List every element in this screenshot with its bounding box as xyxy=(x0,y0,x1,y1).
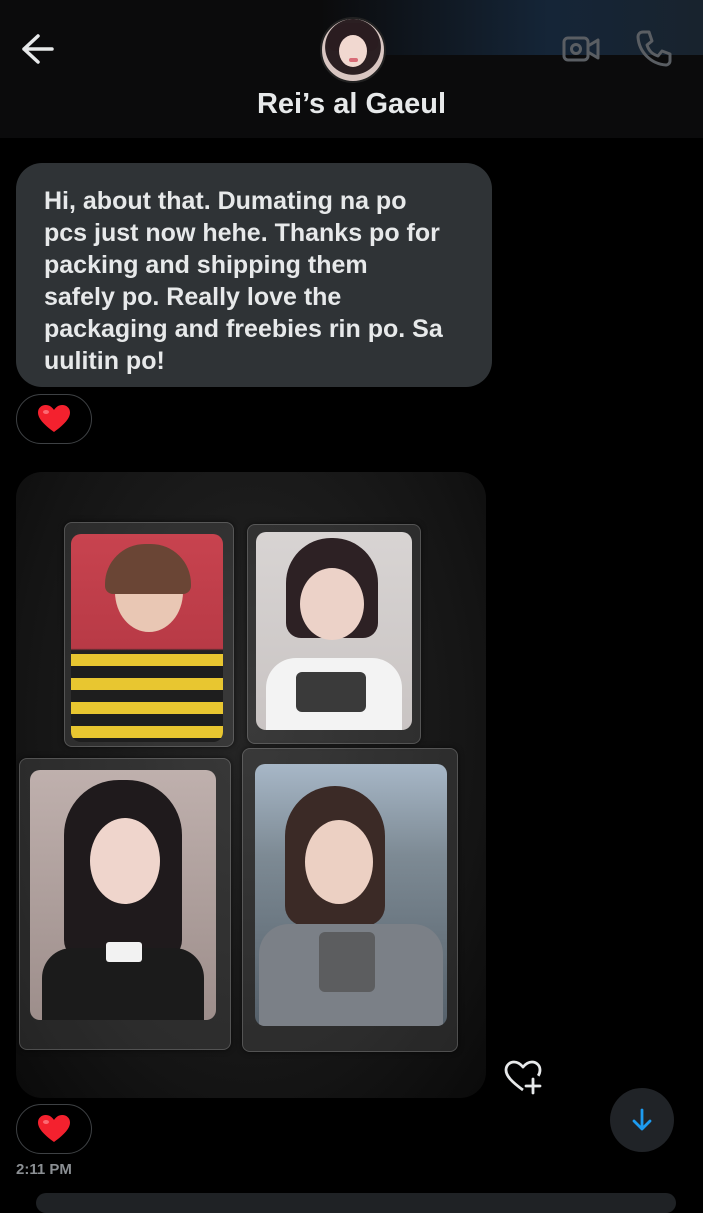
photocard-shirt xyxy=(319,932,375,992)
message-line: safely po. Really love the xyxy=(44,283,342,311)
photocard-collar xyxy=(106,942,142,962)
message-bubble[interactable]: Hi, about that. Dumating na po pcs just … xyxy=(16,163,492,387)
reaction-badge[interactable] xyxy=(16,394,92,444)
photocard-3 xyxy=(30,770,216,1020)
heart-icon xyxy=(38,405,70,432)
arrow-down-icon xyxy=(632,1108,652,1131)
photocard-print xyxy=(296,672,366,712)
photocard-face xyxy=(90,818,160,904)
avatar[interactable] xyxy=(320,17,386,83)
heart-icon xyxy=(38,1115,70,1142)
message-composer[interactable] xyxy=(36,1193,676,1213)
photocard-face xyxy=(300,568,364,640)
conversation-header: Rei’s al Gaeul xyxy=(0,0,703,138)
avatar-lips xyxy=(349,58,358,62)
photocard-face xyxy=(305,820,373,904)
message-line: packing and shipping them xyxy=(44,251,368,279)
photocard-hair xyxy=(105,544,191,594)
photocard-1 xyxy=(71,534,223,742)
phone-icon[interactable] xyxy=(633,28,673,68)
scroll-to-bottom-button[interactable] xyxy=(610,1088,674,1152)
arrow-left-icon[interactable] xyxy=(18,30,58,70)
message-line: Hi, about that. Dumating na po xyxy=(44,187,407,215)
message-line: packaging and freebies rin po. Sa xyxy=(44,315,443,343)
reaction-badge[interactable] xyxy=(16,1104,92,1154)
message-timestamp: 2:11 PM xyxy=(16,1161,72,1178)
video-camera-icon[interactable] xyxy=(561,32,601,66)
page-title: Rei’s al Gaeul xyxy=(256,88,447,120)
photocard-2 xyxy=(256,532,412,730)
photocard-striped-sweater xyxy=(71,654,223,742)
avatar-face xyxy=(339,35,367,67)
message-line: pcs just now hehe. Thanks po for xyxy=(44,219,440,247)
photocard-image[interactable] xyxy=(16,472,486,1098)
photocard-4 xyxy=(255,764,447,1026)
message-line: uulitin po! xyxy=(44,347,165,375)
heart-plus-icon[interactable] xyxy=(503,1059,543,1095)
